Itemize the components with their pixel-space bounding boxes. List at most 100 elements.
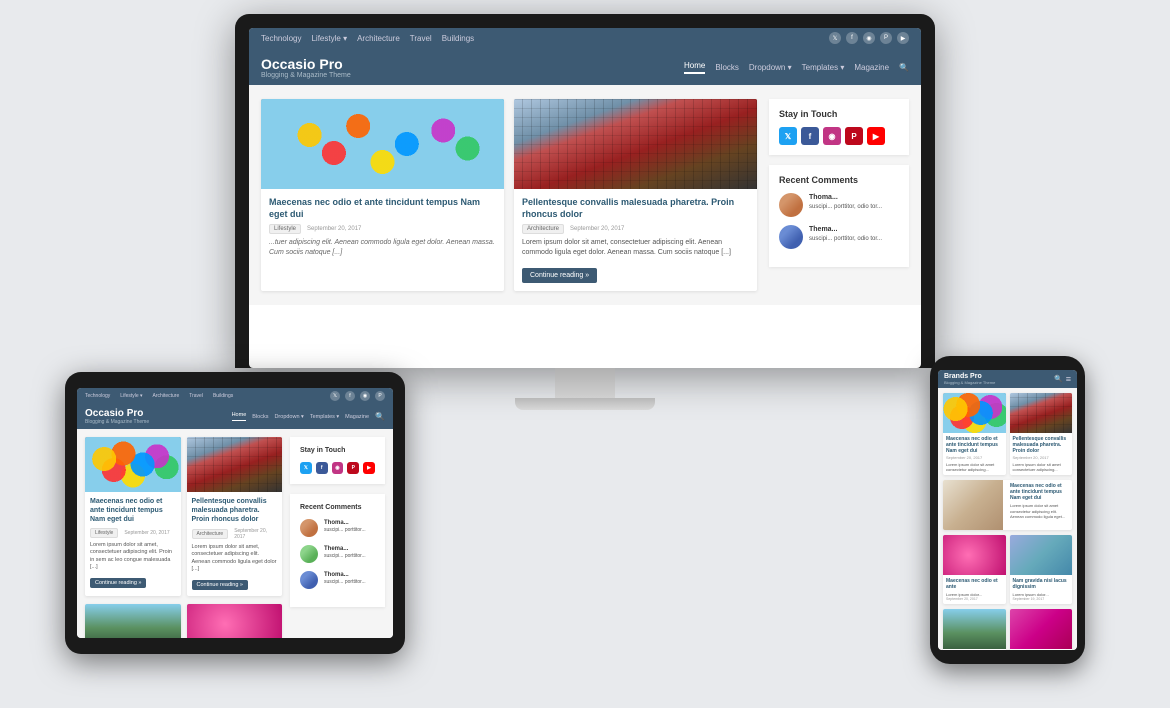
nav-dropdown[interactable]: Dropdown: [749, 63, 792, 72]
t-nav-blocks[interactable]: Blocks: [252, 414, 268, 420]
top-nav-links: Technology Lifestyle Architecture Travel…: [261, 34, 474, 43]
phone-post-4-title: Nam gravida nisi lacus dignissim: [1013, 578, 1070, 590]
phone-posts-row3: Maecenas nec odio et ante Lorem ipsum do…: [943, 535, 1072, 604]
tablet-posts-row2: Nam gravida nisi lacus, nec dignissim to…: [85, 604, 282, 638]
tablet-post-1: Maecenas nec odio et ante tincidunt temp…: [85, 437, 181, 596]
nav-technology[interactable]: Technology: [261, 34, 301, 43]
t-nav-templates[interactable]: Templates ▾: [310, 414, 339, 420]
nav-architecture[interactable]: Architecture: [357, 34, 400, 43]
t-nav-tech[interactable]: Technology: [85, 393, 110, 399]
phone-post-4-thumb: [1010, 535, 1073, 575]
phone-site-tagline: Blogging & Magazine Theme: [944, 380, 995, 385]
phone-post-5-info: Pellentesque convallis malesuada pharetr…: [943, 649, 1006, 650]
nav-lifestyle[interactable]: Lifestyle: [311, 34, 347, 43]
phone-post-2-info: Pellentesque convallis malesuada pharetr…: [1010, 433, 1073, 475]
phone-screen: Brands Pro Blogging & Magazine Theme 🔍 ≡: [938, 370, 1077, 650]
t-nav-home[interactable]: Home: [232, 412, 247, 421]
tablet-comment-2: Thema... suscipi... porttitor...: [300, 545, 375, 563]
tablet-avatar-3: [300, 571, 318, 589]
tab-fb[interactable]: f: [316, 462, 328, 474]
tablet-comments-widget: Recent Comments Thoma... suscipi... port…: [290, 494, 385, 607]
t-facebook-icon[interactable]: f: [345, 391, 355, 401]
t-nav-life[interactable]: Lifestyle ▾: [120, 393, 142, 399]
sidebar-instagram-icon[interactable]: ◉: [823, 127, 841, 145]
phone-post-2: Pellentesque convallis malesuada pharetr…: [1010, 393, 1073, 475]
tablet-comment-text-2: Thema... suscipi... porttitor...: [324, 545, 366, 560]
tablet-logo: Occasio Pro Blogging & Magazine Theme: [85, 408, 149, 425]
tab-yt[interactable]: ▶: [363, 462, 375, 474]
posts-area: Maecenas nec odio et ante tincidunt temp…: [261, 99, 757, 291]
t-nav-magazine[interactable]: Magazine: [345, 414, 369, 420]
phone-frame: Brands Pro Blogging & Magazine Theme 🔍 ≡: [930, 356, 1085, 664]
tablet-post-1-thumb: [85, 437, 181, 492]
twitter-icon-top[interactable]: 𝕏: [829, 32, 841, 44]
t-search-icon[interactable]: 🔍: [375, 412, 385, 421]
post-2-excerpt: Lorem ipsum dolor sit amet, consectetuer…: [522, 238, 749, 258]
sidebar-facebook-icon[interactable]: f: [801, 127, 819, 145]
tab-ig[interactable]: ◉: [332, 462, 344, 474]
website-desktop: Technology Lifestyle Architecture Travel…: [249, 28, 921, 305]
stay-in-touch-widget: Stay in Touch 𝕏 f ◉ P ▶: [769, 99, 909, 155]
tablet-post-2-thumb: [187, 437, 283, 492]
nav-templates[interactable]: Templates: [802, 63, 845, 72]
tablet-site-title: Occasio Pro: [85, 408, 149, 419]
t-nav-arch[interactable]: Architecture: [153, 393, 180, 399]
phone-search-icon[interactable]: 🔍: [1054, 375, 1063, 383]
tablet-post-2-info: Pellentesque convallis malesuada pharetr…: [187, 492, 283, 596]
nav-travel[interactable]: Travel: [410, 34, 432, 43]
facebook-icon-top[interactable]: f: [846, 32, 858, 44]
site-logo: Occasio Pro Blogging & Magazine Theme: [261, 56, 351, 79]
phone-post-3-date: September 20, 2017: [946, 597, 1003, 601]
social-icons-sidebar: 𝕏 f ◉ P ▶: [779, 127, 899, 145]
nav-magazine[interactable]: Magazine: [854, 63, 889, 72]
phone-post-4-date: September 19, 2017: [1013, 597, 1070, 601]
tablet-comment-name-3: Thoma...: [324, 571, 366, 579]
t-twitter-icon[interactable]: 𝕏: [330, 391, 340, 401]
phone-post-6-info: Maecenas molestie vit iaculis pharetra L…: [1010, 649, 1073, 650]
tablet-comment-name-2: Thema...: [324, 545, 366, 553]
pinterest-icon-top[interactable]: P: [880, 32, 892, 44]
tablet-post-1-date: September 20, 2017: [124, 530, 169, 536]
tablet-continue-2[interactable]: Continue reading »: [192, 580, 248, 590]
continue-reading-button[interactable]: Continue reading »: [522, 268, 597, 283]
comment-item-1: Thoma... suscipi... porttitor, odio tor.…: [779, 193, 899, 217]
sidebar-pinterest-icon[interactable]: P: [845, 127, 863, 145]
post-1-meta: Lifestyle September 20, 2017: [269, 224, 496, 234]
post-1-date: September 20, 2017: [307, 226, 361, 232]
nav-buildings[interactable]: Buildings: [442, 34, 474, 43]
sidebar-twitter-icon[interactable]: 𝕏: [779, 127, 797, 145]
phone-post-3-thumb: [943, 535, 1006, 575]
phone-post-1-thumb: [943, 393, 1006, 433]
t-instagram-icon[interactable]: ◉: [360, 391, 370, 401]
youtube-icon-top[interactable]: ▶: [897, 32, 909, 44]
sidebar-youtube-icon[interactable]: ▶: [867, 127, 885, 145]
phone-post-2-date: September 20, 2017: [1013, 455, 1070, 460]
nav-blocks[interactable]: Blocks: [715, 63, 739, 72]
post-1-title: Maecenas nec odio et ante tincidunt temp…: [269, 197, 496, 220]
site-tagline: Blogging & Magazine Theme: [261, 72, 351, 79]
phone-post-2-title: Pellentesque convallis malesuada pharetr…: [1013, 436, 1070, 454]
instagram-icon-top[interactable]: ◉: [863, 32, 875, 44]
phone-post-3: Maecenas nec odio et ante Lorem ipsum do…: [943, 535, 1006, 604]
phone-menu-icon[interactable]: ≡: [1066, 374, 1071, 384]
t-nav-dropdown[interactable]: Dropdown ▾: [274, 414, 303, 420]
phone-post-4-info: Nam gravida nisi lacus dignissim Lorem i…: [1010, 575, 1073, 604]
tablet-comments-title: Recent Comments: [300, 504, 375, 511]
search-icon-nav[interactable]: 🔍: [899, 63, 909, 72]
tablet-continue-1[interactable]: Continue reading »: [90, 578, 146, 588]
tablet-post-2-meta: Architecture September 20, 2017: [192, 528, 278, 540]
tablet-posts: Maecenas nec odio et ante tincidunt temp…: [85, 437, 282, 638]
t-pinterest-icon[interactable]: P: [375, 391, 385, 401]
post-2-date: September 20, 2017: [570, 226, 624, 232]
t-nav-bldg[interactable]: Buildings: [213, 393, 233, 399]
tab-tw[interactable]: 𝕏: [300, 462, 312, 474]
t-nav-trav[interactable]: Travel: [189, 393, 203, 399]
widget-title-comments: Recent Comments: [779, 175, 899, 185]
tab-pi[interactable]: P: [347, 462, 359, 474]
main-navigation: Home Blocks Dropdown Templates Magazine …: [684, 61, 909, 74]
tablet-comment-3: Thoma... suscipi... porttitor...: [300, 571, 375, 589]
tablet-comment-text-3: Thoma... suscipi... porttitor...: [324, 571, 366, 586]
nav-home[interactable]: Home: [684, 61, 705, 74]
tablet-avatar-2: [300, 545, 318, 563]
site-header: Occasio Pro Blogging & Magazine Theme Ho…: [249, 48, 921, 85]
